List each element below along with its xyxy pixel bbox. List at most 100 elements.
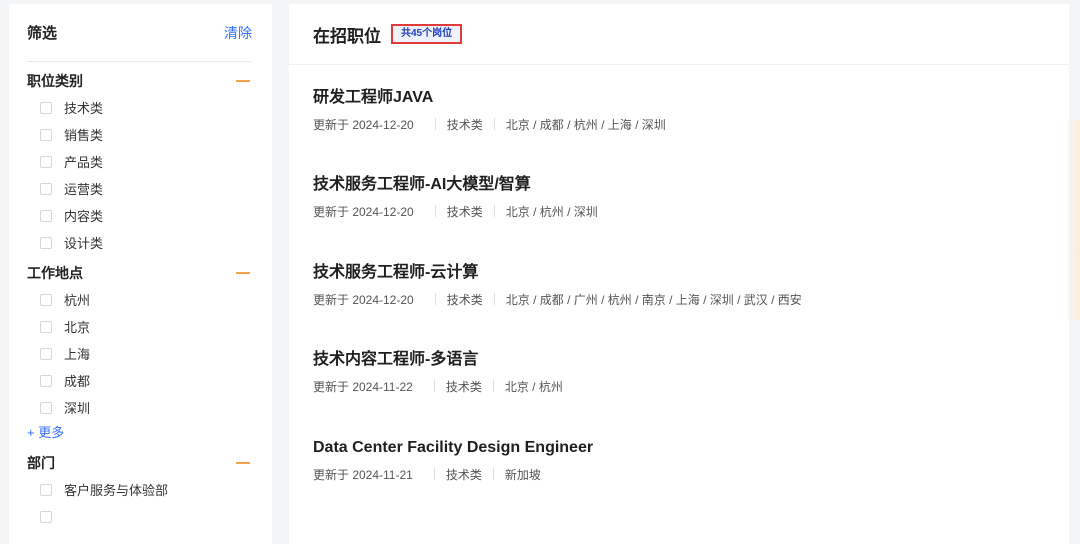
job-item[interactable]: 研发工程师JAVA 更新于 2024-12-20 技术类 北京 / 成都 / 杭… (313, 88, 666, 132)
job-update-date: 更新于 2024-12-20 (313, 117, 414, 132)
filter-option-label: 运营类 (64, 182, 104, 197)
filter-option-label: 杭州 (64, 293, 91, 308)
job-update-date: 更新于 2024-11-22 (313, 379, 413, 394)
job-item[interactable]: 技术服务工程师-AI大模型/智算 更新于 2024-12-20 技术类 北京 /… (313, 175, 598, 219)
filter-option[interactable]: 内容类 (27, 202, 252, 229)
job-update-date: 更新于 2024-12-20 (313, 292, 414, 307)
divider (493, 293, 495, 305)
job-title[interactable]: Data Center Facility Design Engineer (313, 438, 593, 458)
filter-option-label: 设计类 (64, 236, 104, 251)
decorative-glow (1066, 120, 1080, 320)
filter-option[interactable]: 技术类 (27, 94, 252, 121)
divider (493, 118, 495, 130)
collapse-minus-icon[interactable] (236, 461, 250, 464)
filter-option-label: 北京 (64, 320, 91, 335)
job-item[interactable]: Data Center Facility Design Engineer 更新于… (313, 438, 593, 482)
group-header[interactable]: 工作地点 (27, 259, 252, 286)
checkbox-icon[interactable] (40, 401, 52, 414)
checkbox-icon[interactable] (40, 320, 52, 333)
divider (434, 118, 436, 130)
job-update-date: 更新于 2024-11-21 (313, 467, 413, 482)
divider (492, 468, 494, 480)
checkbox-icon[interactable] (40, 483, 52, 496)
filter-option-label: 深圳 (64, 401, 91, 416)
filter-option[interactable]: 产品类 (27, 148, 252, 175)
filter-option[interactable]: 客户服务与体验部 (27, 476, 252, 503)
filter-option-label: 上海 (64, 347, 91, 362)
job-category: 技术类 (446, 292, 483, 307)
filter-option-label: 销售类 (64, 128, 104, 143)
filter-option-label: 产品类 (64, 155, 104, 170)
filter-option[interactable]: 杭州 (27, 286, 252, 313)
divider (433, 468, 435, 480)
filter-group-location: 工作地点 杭州 北京 上海 成都 深圳 + 更多 (27, 259, 252, 445)
job-locations: 北京 / 成都 / 杭州 / 上海 / 深圳 (505, 117, 666, 132)
divider (433, 380, 435, 392)
job-list-panel: 在招职位 共45个岗位 研发工程师JAVA 更新于 2024-12-20 技术类… (289, 4, 1069, 544)
group-title: 职位类别 (27, 72, 83, 89)
job-title[interactable]: 技术服务工程师-云计算 (313, 263, 802, 283)
collapse-minus-icon[interactable] (236, 79, 250, 82)
filter-option-label: 客户服务与体验部 (64, 483, 169, 498)
job-meta: 更新于 2024-11-21 技术类 新加坡 (313, 466, 593, 482)
divider (493, 205, 495, 217)
checkbox-icon[interactable] (40, 155, 52, 168)
clear-filters-button[interactable]: 清除 (224, 23, 252, 43)
filter-option[interactable]: 北京 (27, 313, 252, 340)
checkbox-icon[interactable] (40, 510, 52, 523)
job-meta: 更新于 2024-12-20 技术类 北京 / 成都 / 广州 / 杭州 / 南… (313, 291, 802, 307)
filter-option-label: 内容类 (64, 209, 104, 224)
job-category: 技术类 (445, 379, 482, 394)
job-title[interactable]: 技术服务工程师-AI大模型/智算 (313, 175, 598, 195)
filter-title: 筛选 (27, 25, 58, 42)
job-count-badge: 共45个岗位 (391, 24, 463, 44)
job-item[interactable]: 技术内容工程师-多语言 更新于 2024-11-22 技术类 北京 / 杭州 (313, 350, 563, 394)
checkbox-icon[interactable] (40, 101, 52, 114)
filter-option[interactable]: 运营类 (27, 175, 252, 202)
job-item[interactable]: 技术服务工程师-云计算 更新于 2024-12-20 技术类 北京 / 成都 /… (313, 263, 802, 307)
filter-group-department: 部门 客户服务与体验部 (27, 449, 252, 530)
job-meta: 更新于 2024-12-20 技术类 北京 / 成都 / 杭州 / 上海 / 深… (313, 116, 666, 132)
job-meta: 更新于 2024-11-22 技术类 北京 / 杭州 (313, 378, 563, 394)
more-locations-link[interactable]: + 更多 (27, 421, 252, 445)
job-title[interactable]: 研发工程师JAVA (313, 88, 666, 108)
filter-option[interactable]: 设计类 (27, 229, 252, 256)
filter-option[interactable]: 销售类 (27, 121, 252, 148)
filter-option[interactable]: 上海 (27, 340, 252, 367)
page-title: 在招职位 (313, 26, 381, 46)
checkbox-icon[interactable] (40, 347, 52, 360)
job-locations: 新加坡 (504, 467, 541, 482)
job-category: 技术类 (446, 117, 483, 132)
divider (492, 380, 494, 392)
job-locations: 北京 / 杭州 / 深圳 (505, 204, 598, 219)
job-locations: 北京 / 成都 / 广州 / 杭州 / 南京 / 上海 / 深圳 / 武汉 / … (505, 292, 802, 307)
job-title[interactable]: 技术内容工程师-多语言 (313, 350, 563, 370)
job-locations: 北京 / 杭州 (504, 379, 563, 394)
divider (434, 293, 436, 305)
divider (434, 205, 436, 217)
checkbox-icon[interactable] (40, 209, 52, 222)
filter-option-label: 技术类 (64, 101, 104, 116)
checkbox-icon[interactable] (40, 236, 52, 249)
filter-header: 筛选 清除 (27, 4, 252, 62)
job-category: 技术类 (446, 204, 483, 219)
group-title: 部门 (27, 454, 55, 471)
collapse-minus-icon[interactable] (236, 271, 250, 274)
filter-option-label: 成都 (64, 374, 91, 389)
job-update-date: 更新于 2024-12-20 (313, 204, 414, 219)
filter-group-category: 职位类别 技术类 销售类 产品类 运营类 内容类 设计类 (27, 67, 252, 256)
filter-option[interactable]: 深圳 (27, 394, 252, 421)
checkbox-icon[interactable] (40, 128, 52, 141)
filter-option[interactable]: 成都 (27, 367, 252, 394)
group-header[interactable]: 部门 (27, 449, 252, 476)
job-category: 技术类 (445, 467, 482, 482)
checkbox-icon[interactable] (40, 374, 52, 387)
group-title: 工作地点 (27, 264, 83, 281)
group-header[interactable]: 职位类别 (27, 67, 252, 94)
filter-sidebar: 筛选 清除 职位类别 技术类 销售类 产品类 运营类 内容类 设计类 工作地点 … (9, 4, 272, 544)
job-list-header: 在招职位 共45个岗位 (289, 4, 1069, 65)
job-meta: 更新于 2024-12-20 技术类 北京 / 杭州 / 深圳 (313, 203, 598, 219)
checkbox-icon[interactable] (40, 182, 52, 195)
checkbox-icon[interactable] (40, 293, 52, 306)
filter-option[interactable] (27, 503, 252, 530)
